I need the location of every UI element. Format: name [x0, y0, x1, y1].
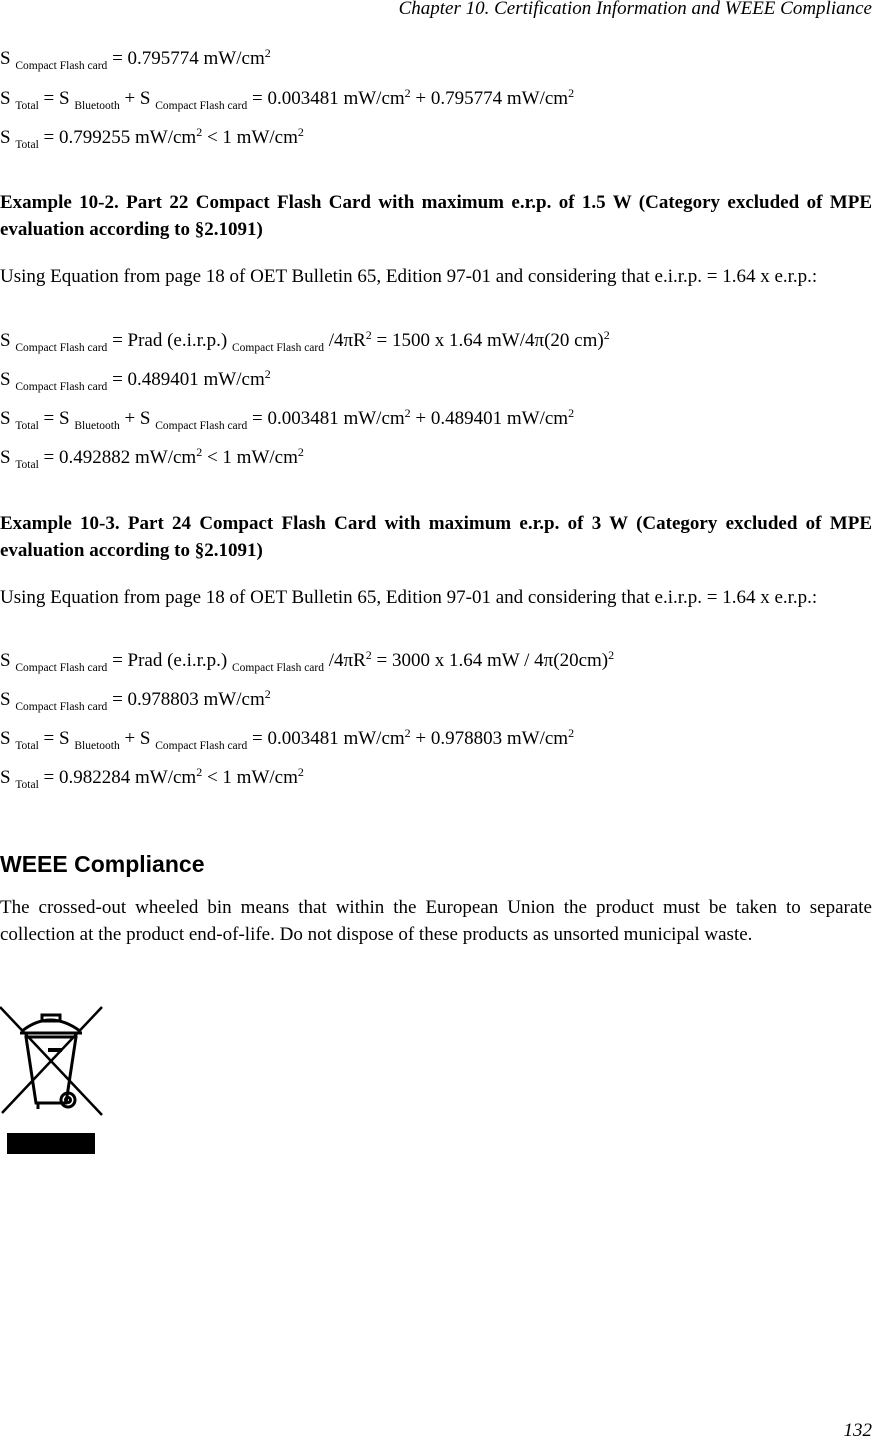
equation-line: S Compact Flash card = 0.978803 mW/cm2	[0, 687, 271, 713]
crossed-out-wheeled-bin-icon	[0, 1003, 104, 1155]
equation-line: S Total = S Bluetooth + S Compact Flash …	[0, 86, 574, 112]
equation-line: S Total = 0.982284 mW/cm2 < 1 mW/cm2	[0, 765, 304, 791]
running-header: Chapter 10. Certification Information an…	[399, 0, 872, 20]
equation-line: S Compact Flash card = Prad (e.i.r.p.) C…	[0, 328, 610, 354]
example-intro: Using Equation from page 18 of OET Bulle…	[0, 584, 872, 611]
section-title: WEEE Compliance	[0, 851, 204, 878]
page-number: 132	[844, 1420, 872, 1442]
equation-line: S Total = S Bluetooth + S Compact Flash …	[0, 406, 574, 432]
equation-line: S Total = S Bluetooth + S Compact Flash …	[0, 726, 574, 752]
equation-line: S Compact Flash card = 0.489401 mW/cm2	[0, 367, 271, 393]
weee-body: The crossed-out wheeled bin means that w…	[0, 894, 872, 948]
equation-line: S Compact Flash card = Prad (e.i.r.p.) C…	[0, 648, 614, 674]
example-title: Example 10-2. Part 22 Compact Flash Card…	[0, 189, 872, 243]
example-title: Example 10-3. Part 24 Compact Flash Card…	[0, 510, 872, 564]
equation-line: S Total = 0.799255 mW/cm2 < 1 mW/cm2	[0, 125, 304, 151]
equation-line: S Total = 0.492882 mW/cm2 < 1 mW/cm2	[0, 445, 304, 471]
example-intro: Using Equation from page 18 of OET Bulle…	[0, 263, 872, 290]
equation-line: S Compact Flash card = 0.795774 mW/cm2	[0, 46, 271, 72]
